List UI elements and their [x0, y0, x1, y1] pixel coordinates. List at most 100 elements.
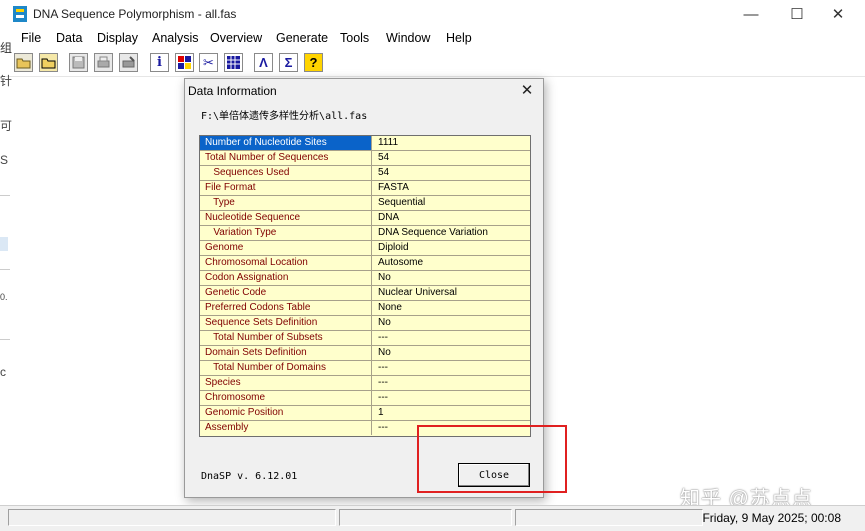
open-file-button[interactable] — [39, 53, 58, 72]
menu-display[interactable]: Display — [97, 31, 138, 45]
table-row[interactable]: Total Number of Subsets --- — [200, 331, 530, 346]
table-row[interactable]: Variation Type DNA Sequence Variation — [200, 226, 530, 241]
annotation-highlight-box — [417, 425, 567, 493]
row-value: Nuclear Universal — [378, 287, 457, 298]
close-icon: ✕ — [831, 6, 845, 23]
row-label: Genomic Position — [200, 406, 372, 420]
open-file-icon — [41, 58, 56, 69]
open-folder-button[interactable] — [14, 53, 33, 72]
row-value: DNA Sequence Variation — [378, 227, 488, 238]
palette-button[interactable] — [175, 53, 194, 72]
table-row[interactable]: Chromosome --- — [200, 391, 530, 406]
menu-bar: File Data Display Analysis Overview Gene… — [0, 28, 865, 49]
file-path: F:\单倍体遗传多样性分析\all.fas — [201, 111, 368, 122]
row-label: Total Number of Domains — [200, 361, 372, 375]
row-value: FASTA — [378, 182, 409, 193]
background-text-fragment: 0. — [0, 292, 8, 302]
background-text-fragment: c — [0, 365, 6, 379]
sigma-button[interactable]: Σ — [279, 53, 298, 72]
row-value: None — [378, 302, 402, 313]
table-row[interactable]: Total Number of Domains --- — [200, 361, 530, 376]
status-panel — [8, 509, 336, 526]
row-value: No — [378, 317, 391, 328]
table-row[interactable]: Number of Nucleotide Sites 1111 — [200, 136, 530, 151]
open-folder-icon — [16, 58, 31, 69]
help-icon: ? — [309, 55, 318, 70]
maximize-icon: ☐ — [790, 6, 804, 23]
table-row[interactable]: Domain Sets Definition No — [200, 346, 530, 361]
table-row[interactable]: Chromosomal Location Autosome — [200, 256, 530, 271]
grid-button[interactable] — [224, 53, 243, 72]
row-value: DNA — [378, 212, 400, 223]
table-row[interactable]: Codon Assignation No — [200, 271, 530, 286]
table-row[interactable]: Nucleotide Sequence DNA — [200, 211, 530, 226]
status-panel — [339, 509, 512, 526]
row-label: Chromosomal Location — [200, 256, 372, 270]
menu-file[interactable]: File — [21, 31, 41, 45]
table-row[interactable]: Sequence Sets Definition No — [200, 316, 530, 331]
menu-analysis[interactable]: Analysis — [152, 31, 199, 45]
table-row[interactable]: Genetic Code Nuclear Universal — [200, 286, 530, 301]
print-setup-button[interactable] — [119, 53, 138, 72]
version-label: DnaSP v. 6.12.01 — [201, 471, 298, 482]
data-info-table: Number of Nucleotide Sites 1111 Total Numb… — [199, 135, 531, 437]
row-value: No — [378, 347, 391, 358]
menu-generate[interactable]: Generate — [276, 31, 328, 45]
table-row[interactable]: File Format FASTA — [200, 181, 530, 196]
maximize-button[interactable]: ☐ — [774, 0, 820, 28]
save-button[interactable] — [69, 53, 88, 72]
menu-help[interactable]: Help — [446, 31, 472, 45]
row-label: Nucleotide Sequence — [200, 211, 372, 225]
help-button[interactable]: ? — [304, 53, 323, 72]
print-button[interactable] — [94, 53, 113, 72]
row-value: 54 — [378, 167, 390, 178]
cut-button[interactable]: ✂ — [199, 53, 218, 72]
row-value: 1 — [378, 407, 384, 418]
palette-icon — [178, 56, 191, 69]
row-value: Diploid — [378, 242, 409, 253]
row-label: File Format — [200, 181, 372, 195]
table-row[interactable]: Type Sequential — [200, 196, 530, 211]
status-date: Friday, 9 May 2025; 00:08 — [702, 511, 841, 525]
menu-overview[interactable]: Overview — [210, 31, 262, 45]
polymorphism-button[interactable]: Λ — [254, 53, 273, 72]
menu-window[interactable]: Window — [386, 31, 430, 45]
divider — [0, 195, 10, 196]
row-value: --- — [378, 392, 388, 403]
print-icon — [97, 56, 110, 68]
row-label: Total Number of Sequences — [200, 151, 372, 165]
row-label: Sequences Used — [200, 166, 372, 180]
table-row[interactable]: Species --- — [200, 376, 530, 391]
row-label: Codon Assignation — [200, 271, 372, 285]
status-panel — [515, 509, 703, 526]
row-value: 1111 — [378, 137, 399, 148]
table-row[interactable]: Genomic Position 1 — [200, 406, 530, 421]
row-label: Genome — [200, 241, 372, 255]
row-label: Chromosome — [200, 391, 372, 405]
table-row[interactable]: Sequences Used 54 — [200, 166, 530, 181]
divider — [0, 269, 10, 270]
info-button[interactable]: i — [150, 53, 169, 72]
close-window-button[interactable]: ✕ — [815, 0, 861, 28]
polymorphism-icon: Λ — [259, 55, 268, 70]
minimize-button[interactable]: — — [728, 0, 774, 28]
background-text-fragment: 组 — [0, 41, 13, 55]
row-label: Domain Sets Definition — [200, 346, 372, 360]
row-label: Variation Type — [200, 226, 372, 240]
row-label: Number of Nucleotide Sites — [200, 136, 372, 150]
menu-tools[interactable]: Tools — [340, 31, 369, 45]
sigma-icon: Σ — [284, 55, 293, 70]
save-icon — [72, 56, 85, 69]
table-row[interactable]: Total Number of Sequences 54 — [200, 151, 530, 166]
menu-data[interactable]: Data — [56, 31, 82, 45]
grid-icon — [227, 56, 240, 69]
dnasp-app-icon — [13, 6, 27, 22]
table-row[interactable]: Preferred Codons Table None — [200, 301, 530, 316]
toolbar: i ✂ Λ Σ ? — [0, 50, 865, 77]
row-value: --- — [378, 362, 388, 373]
window-title: DNA Sequence Polymorphism - all.fas — [33, 7, 237, 21]
dialog-close-button[interactable]: ✕ — [517, 80, 537, 100]
table-row[interactable]: Genome Diploid — [200, 241, 530, 256]
row-label: Genetic Code — [200, 286, 372, 300]
background-text-fragment: S — [0, 153, 9, 167]
